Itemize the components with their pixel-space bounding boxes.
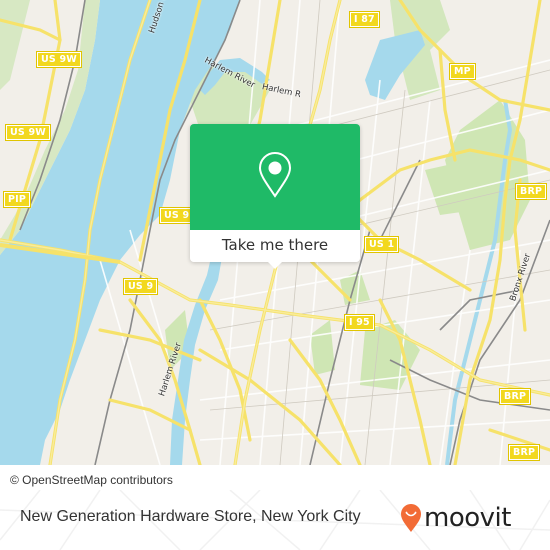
highway-shield: BRP [507, 444, 541, 461]
highway-shield: I 87 [349, 11, 380, 28]
highway-shield: US 9 [122, 278, 159, 295]
location-popup: Take me there [190, 124, 360, 269]
highway-shield: US 9W [5, 124, 51, 141]
highway-shield: US 1 [363, 236, 400, 253]
highway-shield: MP [449, 63, 476, 80]
popup-header [190, 124, 360, 230]
map-attribution[interactable]: © OpenStreetMap contributors [0, 470, 205, 491]
highway-shield: BRP [498, 388, 532, 405]
moovit-pin-icon [401, 504, 421, 532]
footer: New Generation Hardware Store, New York … [0, 490, 550, 550]
take-me-there-button[interactable]: Take me there [190, 230, 360, 262]
highway-shield: PIP [2, 191, 32, 208]
popup-pointer [267, 261, 283, 269]
moovit-wordmark: moovit [424, 503, 511, 533]
map-pin-icon [258, 151, 292, 198]
highway-shield: I 95 [344, 314, 375, 331]
highway-shield: BRP [514, 183, 548, 200]
place-title: New Generation Hardware Store, New York … [20, 508, 361, 525]
moovit-logo[interactable]: moovit [400, 501, 511, 535]
highway-shield: US 9W [36, 51, 82, 68]
highway-shield: US 9 [158, 207, 195, 224]
map-view[interactable]: US 9W US 9W PIP US 9 US 9 I 87 MP BRP US… [0, 0, 550, 465]
